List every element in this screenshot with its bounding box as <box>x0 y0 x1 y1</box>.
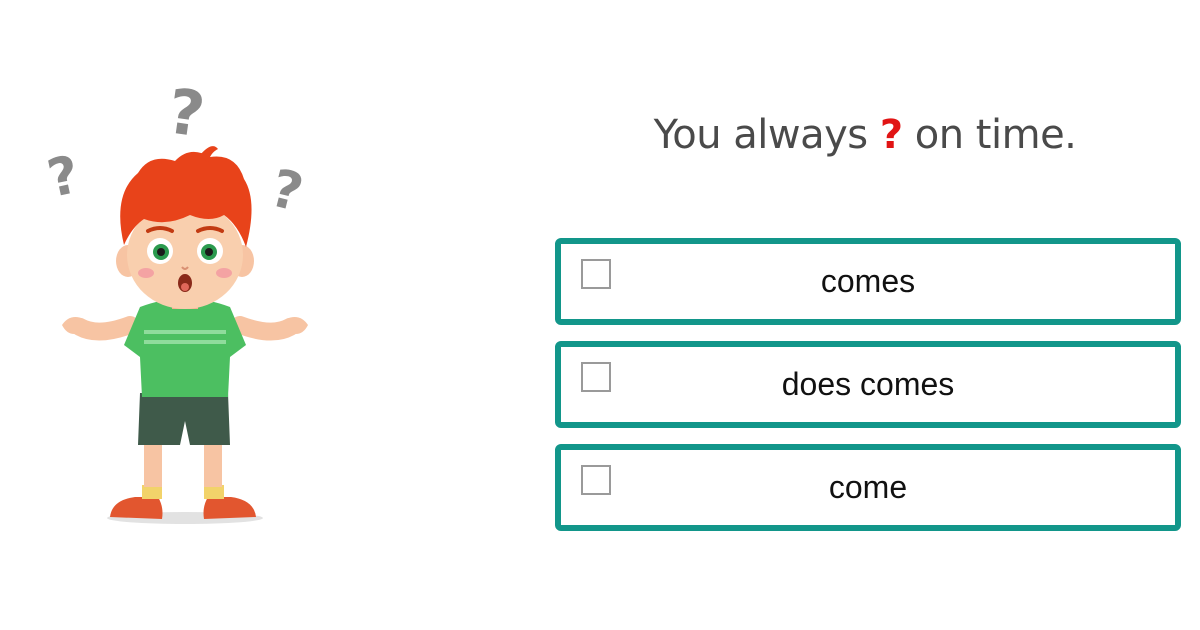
answer-option-come[interactable]: come <box>555 444 1181 531</box>
option-label: comes <box>820 263 916 299</box>
option-label: come <box>828 469 908 505</box>
blank-marker: ? <box>879 112 903 158</box>
question-before: You always <box>653 112 869 158</box>
confused-boy-illustration: ? ? ? <box>42 75 309 524</box>
question-mark-icon: ? <box>265 158 309 224</box>
answer-option-comes[interactable]: comes <box>555 238 1181 325</box>
question-text: You always ? on time. <box>555 112 1175 158</box>
answer-option-does-comes[interactable]: does comes <box>555 341 1181 428</box>
option-label: does comes <box>781 366 955 402</box>
answer-options: comes does comes come <box>555 238 1181 547</box>
question-after: on time. <box>914 112 1077 158</box>
question-mark-icon: ? <box>163 75 209 152</box>
question-mark-icon: ? <box>42 145 84 210</box>
